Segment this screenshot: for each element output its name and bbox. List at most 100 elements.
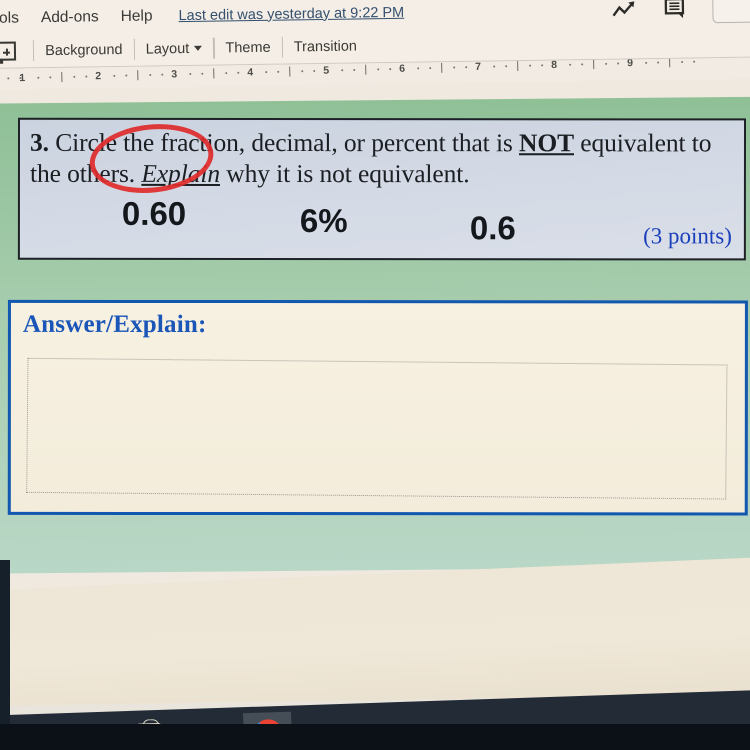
ruler-tick [465, 66, 468, 69]
toolbar-divider [213, 37, 215, 59]
ruler-tick [313, 69, 316, 72]
question-text: 3. Circle the fraction, decimal, or perc… [30, 127, 734, 190]
ruler-tick [569, 63, 572, 66]
background-button[interactable]: Background [45, 41, 123, 58]
layout-button-label: Layout [145, 40, 190, 58]
ruler-tick [73, 75, 76, 78]
menu-help[interactable]: Help [121, 7, 153, 25]
ruler-segment: 9 [627, 57, 707, 74]
background-button-label: Background [45, 41, 123, 59]
answer-choice-6-percent[interactable]: 6% [300, 202, 348, 240]
ruler-tick [505, 65, 508, 68]
ruler-number: 6 [399, 62, 406, 75]
ruler-tick [681, 60, 684, 63]
ruler-tick [237, 71, 240, 74]
trending-up-icon[interactable] [612, 0, 638, 18]
ruler-number: 1 [19, 72, 26, 85]
comment-icon[interactable] [664, 0, 686, 20]
ruler-tick [113, 74, 116, 77]
ruler-tick [581, 63, 584, 66]
present-button[interactable] [712, 0, 750, 24]
ruler-tick [389, 68, 392, 71]
ruler-tick [693, 60, 696, 63]
toolbar-divider [281, 36, 283, 58]
ruler-tick [593, 59, 595, 70]
chevron-down-icon [194, 45, 203, 51]
ruler-tick [529, 64, 532, 67]
ruler-tick [645, 61, 648, 64]
ruler-tick [49, 76, 52, 79]
ruler-tick [161, 73, 164, 76]
ruler-segment: 4 [247, 61, 327, 84]
ruler-tick [37, 76, 40, 79]
ruler-tick [453, 66, 456, 69]
question-not-emphasis: NOT [519, 128, 575, 158]
new-slide-icon[interactable] [0, 41, 17, 64]
ruler-number: 2 [95, 70, 102, 83]
ruler-tick [225, 72, 228, 75]
question-line1: Circle the fraction, decimal, or percent… [55, 127, 520, 158]
ruler-tick [61, 72, 63, 83]
desk-surface-band [0, 555, 750, 706]
monitor-bezel-left [0, 560, 10, 750]
ruler-tick [657, 61, 660, 64]
ruler-tick [353, 68, 356, 71]
theme-button[interactable]: Theme [225, 39, 270, 56]
ruler-tick [189, 72, 192, 76]
ruler-tick [137, 70, 139, 81]
slide[interactable]: 3. Circle the fraction, decimal, or perc… [0, 96, 750, 574]
ruler-tick [669, 57, 671, 68]
ruler-segment: 1 [19, 66, 99, 89]
points-label: (3 points) [643, 223, 732, 249]
ruler-tick [277, 70, 280, 73]
ruler-tick [365, 64, 367, 75]
ruler-tick [429, 67, 432, 70]
answer-explain-label: Answer/Explain: [22, 310, 207, 339]
transition-button[interactable]: Transition [294, 38, 357, 55]
ruler-tick [301, 70, 304, 73]
last-edit-status[interactable]: Last edit was yesterday at 9:22 PM [178, 4, 404, 23]
transition-button-label: Transition [293, 37, 358, 55]
ruler-tick [517, 60, 519, 71]
ruler-tick [541, 64, 544, 67]
ruler-segment: 2 [95, 64, 175, 87]
ruler-tick [417, 67, 420, 70]
toolbar-divider [133, 38, 135, 60]
ruler-tick [201, 72, 204, 75]
ruler-tick [7, 77, 10, 80]
question-explain-emphasis: Explain [141, 159, 221, 189]
ruler-tick [149, 73, 152, 76]
question-number: 3. [29, 127, 49, 157]
ruler-tick [213, 68, 215, 79]
answer-choice-0-60[interactable]: 0.60 [122, 195, 186, 233]
slide-canvas-area[interactable]: 3. Circle the fraction, decimal, or perc… [0, 78, 750, 706]
ruler-number: 9 [627, 57, 634, 70]
monitor-bezel-bottom [0, 724, 750, 750]
answer-placeholder-area[interactable] [26, 357, 728, 500]
ruler-number: 4 [247, 66, 254, 79]
ruler-tick [493, 65, 496, 68]
ruler-tick [265, 71, 268, 74]
ruler-tick [377, 68, 380, 71]
ruler-tick [289, 66, 291, 77]
answer-text-box[interactable]: Answer/Explain: [7, 299, 748, 516]
ruler-tick [441, 62, 443, 73]
screen-content: ...Part 2 ☆ ☐ ☁ ools Add-ons Help Last e… [0, 0, 750, 706]
menu-tools[interactable]: ools [0, 9, 19, 27]
answer-choices-row: 0.60 6% 0.6 (3 points) [30, 195, 734, 249]
ruler-tick [617, 62, 620, 65]
answer-choice-0-6[interactable]: 0.6 [470, 209, 516, 247]
ruler-tick [605, 62, 608, 65]
layout-button[interactable]: Layout [146, 40, 203, 57]
ruler-segment: 3 [171, 62, 251, 85]
menu-add-ons[interactable]: Add-ons [41, 8, 99, 27]
ruler-tick [125, 74, 128, 77]
ruler-number: 8 [551, 59, 558, 72]
ruler-tick [85, 75, 88, 78]
menu-bar-right-actions [612, 0, 750, 25]
ruler-segment: 8 [551, 57, 631, 76]
toolbar-divider [32, 40, 35, 62]
question-text-box[interactable]: 3. Circle the fraction, decimal, or perc… [17, 117, 747, 261]
ruler-tick [341, 69, 344, 72]
ruler-number: 5 [323, 64, 330, 77]
